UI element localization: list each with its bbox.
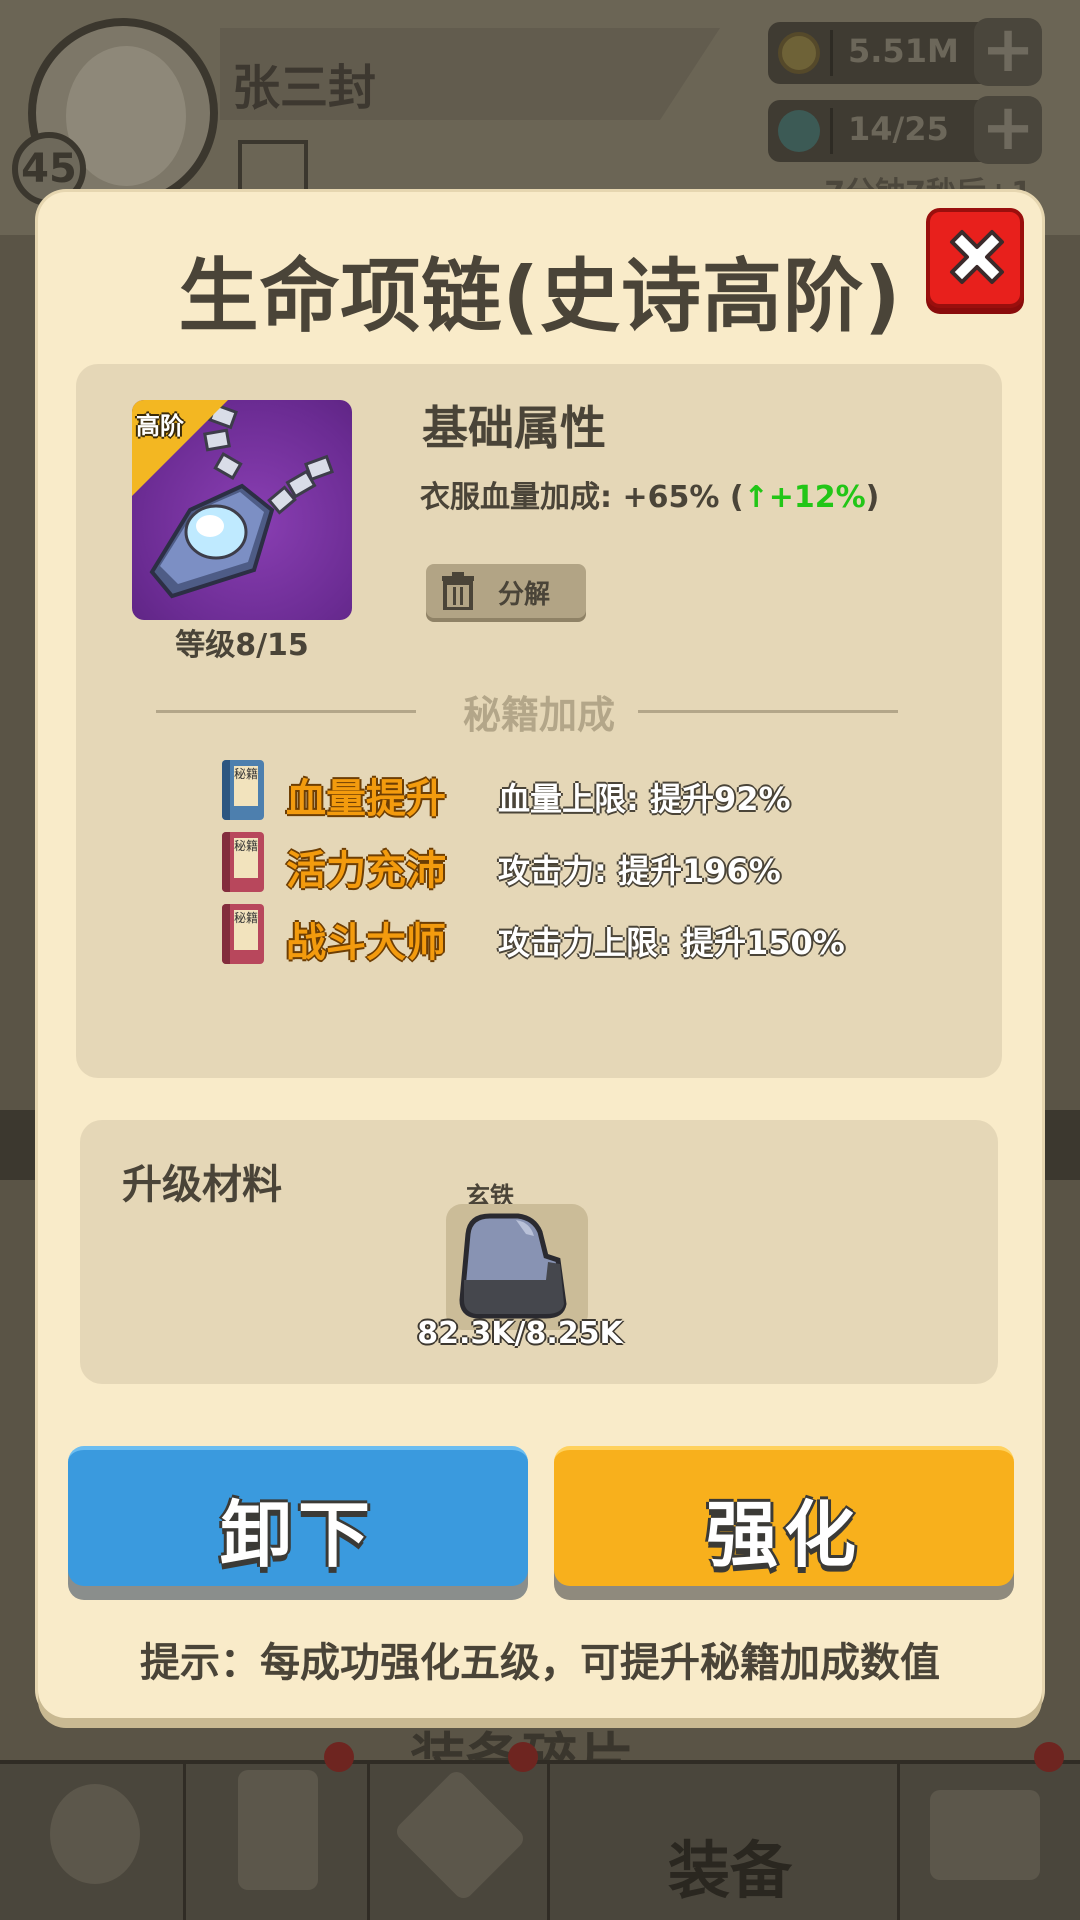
coin-counter: 5.51M +	[768, 18, 1042, 86]
notification-dot	[324, 1742, 354, 1772]
materials-heading: 升级材料	[122, 1162, 282, 1208]
base-attributes-heading: 基础属性	[422, 401, 606, 455]
close-button[interactable]	[926, 208, 1024, 308]
trash-icon	[442, 572, 474, 610]
secret-bonus-heading: 秘籍加成	[462, 693, 615, 737]
secret-description: 攻击力: 提升196%	[498, 852, 781, 890]
nav-tab-battle[interactable]	[370, 1760, 550, 1920]
player-name: 张三封	[232, 60, 377, 116]
dialog-title: 生命项链(史诗高阶)	[178, 250, 902, 343]
secret-name: 血量提升	[286, 776, 446, 822]
secret-row: 秘籍 战斗大师 攻击力上限: 提升150%	[222, 904, 922, 968]
unequip-button[interactable]: 卸下	[68, 1446, 528, 1586]
attribute-suffix: )	[865, 480, 880, 515]
nav-tab-collect[interactable]	[900, 1760, 1080, 1920]
notification-dot	[508, 1742, 538, 1772]
upgrade-button[interactable]: 强化	[554, 1446, 1014, 1586]
add-coins-button[interactable]: +	[974, 18, 1042, 86]
secret-book-icon: 秘籍	[222, 760, 264, 820]
item-detail-dialog: 生命项链(史诗高阶) 高阶 等级8/15 基础属性 衣服血量加成: +65% (…	[38, 192, 1042, 1718]
mail-icon[interactable]	[238, 140, 308, 200]
secret-description: 血量上限: 提升92%	[498, 780, 791, 818]
energy-counter: 14/25 +	[768, 96, 1042, 164]
nav-tab-tasks[interactable]	[0, 1760, 186, 1920]
energy-value: 14/25	[848, 110, 949, 148]
attribute-text: 衣服血量加成: +65% (	[420, 480, 744, 515]
secret-name: 活力充沛	[286, 848, 446, 894]
material-slot[interactable]	[446, 1204, 588, 1330]
notification-dot	[1034, 1742, 1064, 1772]
coin-value: 5.51M	[848, 32, 959, 70]
necklace-icon: 高阶	[132, 400, 352, 620]
nav-tab-cultivate[interactable]	[186, 1760, 370, 1920]
secret-row: 秘籍 血量提升 血量上限: 提升92%	[222, 760, 922, 824]
add-energy-button[interactable]: +	[974, 96, 1042, 164]
tier-label: 高阶	[136, 412, 184, 440]
item-level: 等级8/15	[175, 628, 309, 663]
secret-book-icon: 秘籍	[222, 832, 264, 892]
secret-book-icon: 秘籍	[222, 904, 264, 964]
attribute-bonus-value: +12%	[768, 480, 866, 515]
upgrade-label: 强化	[705, 1493, 862, 1577]
close-icon	[950, 230, 1004, 284]
energy-gem-icon	[778, 110, 820, 152]
unequip-label: 卸下	[219, 1493, 376, 1577]
upgrade-materials-panel: 升级材料 玄铁 82.3K/8.25K	[80, 1120, 998, 1384]
coin-icon	[778, 32, 820, 74]
decompose-button[interactable]: 分解	[426, 564, 586, 618]
attribute-bonus: ↑+12%	[744, 480, 866, 515]
decompose-label: 分解	[498, 580, 551, 610]
secret-name: 战斗大师	[286, 920, 446, 966]
item-info-panel: 高阶 等级8/15 基础属性 衣服血量加成: +65% (↑+12%) 分解 秘…	[76, 364, 1002, 1078]
iron-ore-icon	[459, 1213, 567, 1319]
material-count: 82.3K/8.25K	[417, 1316, 623, 1351]
base-attribute-line: 衣服血量加成: +65% (↑+12%)	[420, 472, 879, 516]
nav-equipment-label: 装备	[668, 1834, 793, 1907]
up-arrow-icon: ↑	[743, 480, 769, 515]
secret-description: 攻击力上限: 提升150%	[498, 924, 845, 962]
tip-text: 提示：每成功强化五级，可提升秘籍加成数值	[140, 1640, 940, 1686]
secret-row: 秘籍 活力充沛 攻击力: 提升196%	[222, 832, 922, 896]
